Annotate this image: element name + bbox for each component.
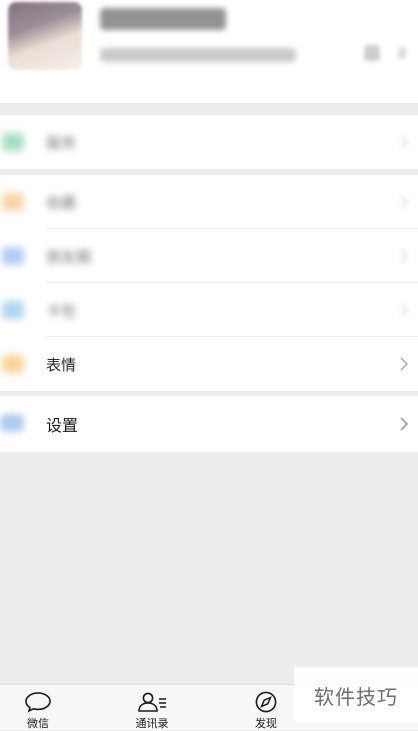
menu-item-service[interactable]: 服务 — [0, 115, 418, 169]
chevron-right-icon — [398, 47, 406, 59]
profile-name-blurred — [100, 8, 226, 30]
moments-icon — [2, 247, 24, 265]
menu-item-label: 朋友圈 — [46, 248, 92, 266]
menu-item-moments[interactable]: 朋友圈 — [0, 229, 418, 283]
tab-chats[interactable]: 微信 — [8, 691, 68, 731]
menu-item-label: 收藏 — [46, 194, 77, 212]
contacts-icon — [138, 692, 166, 712]
settings-icon — [0, 414, 24, 432]
chevron-right-icon — [400, 135, 409, 149]
tab-contacts[interactable]: 通讯录 — [122, 691, 182, 731]
chevron-right-icon — [400, 357, 409, 371]
menu-item-label: 设置 — [46, 416, 79, 435]
chevron-right-icon — [400, 249, 409, 263]
menu-item-cards[interactable]: 卡包 — [0, 283, 418, 337]
chevron-right-icon — [400, 195, 409, 209]
watermark: 软件技巧 — [294, 667, 418, 723]
menu-item-favorites[interactable]: 收藏 — [0, 175, 418, 229]
menu-item-settings[interactable]: 设置 — [0, 396, 418, 452]
chevron-right-icon — [400, 303, 409, 317]
chat-bubble-icon — [25, 692, 51, 713]
emoji-icon — [2, 355, 24, 373]
qr-code-icon[interactable] — [364, 45, 380, 61]
tab-discover[interactable]: 发现 — [236, 691, 296, 731]
service-icon — [2, 133, 24, 151]
menu-item-label: 服务 — [46, 134, 77, 152]
compass-icon — [255, 691, 277, 713]
favorites-icon — [2, 193, 24, 211]
profile-id-blurred — [100, 48, 296, 62]
chevron-right-icon — [400, 417, 409, 431]
avatar[interactable] — [8, 2, 82, 70]
cards-icon — [2, 301, 24, 319]
profile-header[interactable] — [0, 0, 418, 103]
menu-item-label: 表情 — [46, 356, 77, 374]
main-menu-group: 收藏 朋友圈 卡包 表情 — [0, 175, 418, 391]
menu-item-label: 卡包 — [46, 302, 77, 320]
services-group: 服务 — [0, 115, 418, 169]
menu-item-emoji[interactable]: 表情 — [0, 337, 418, 391]
